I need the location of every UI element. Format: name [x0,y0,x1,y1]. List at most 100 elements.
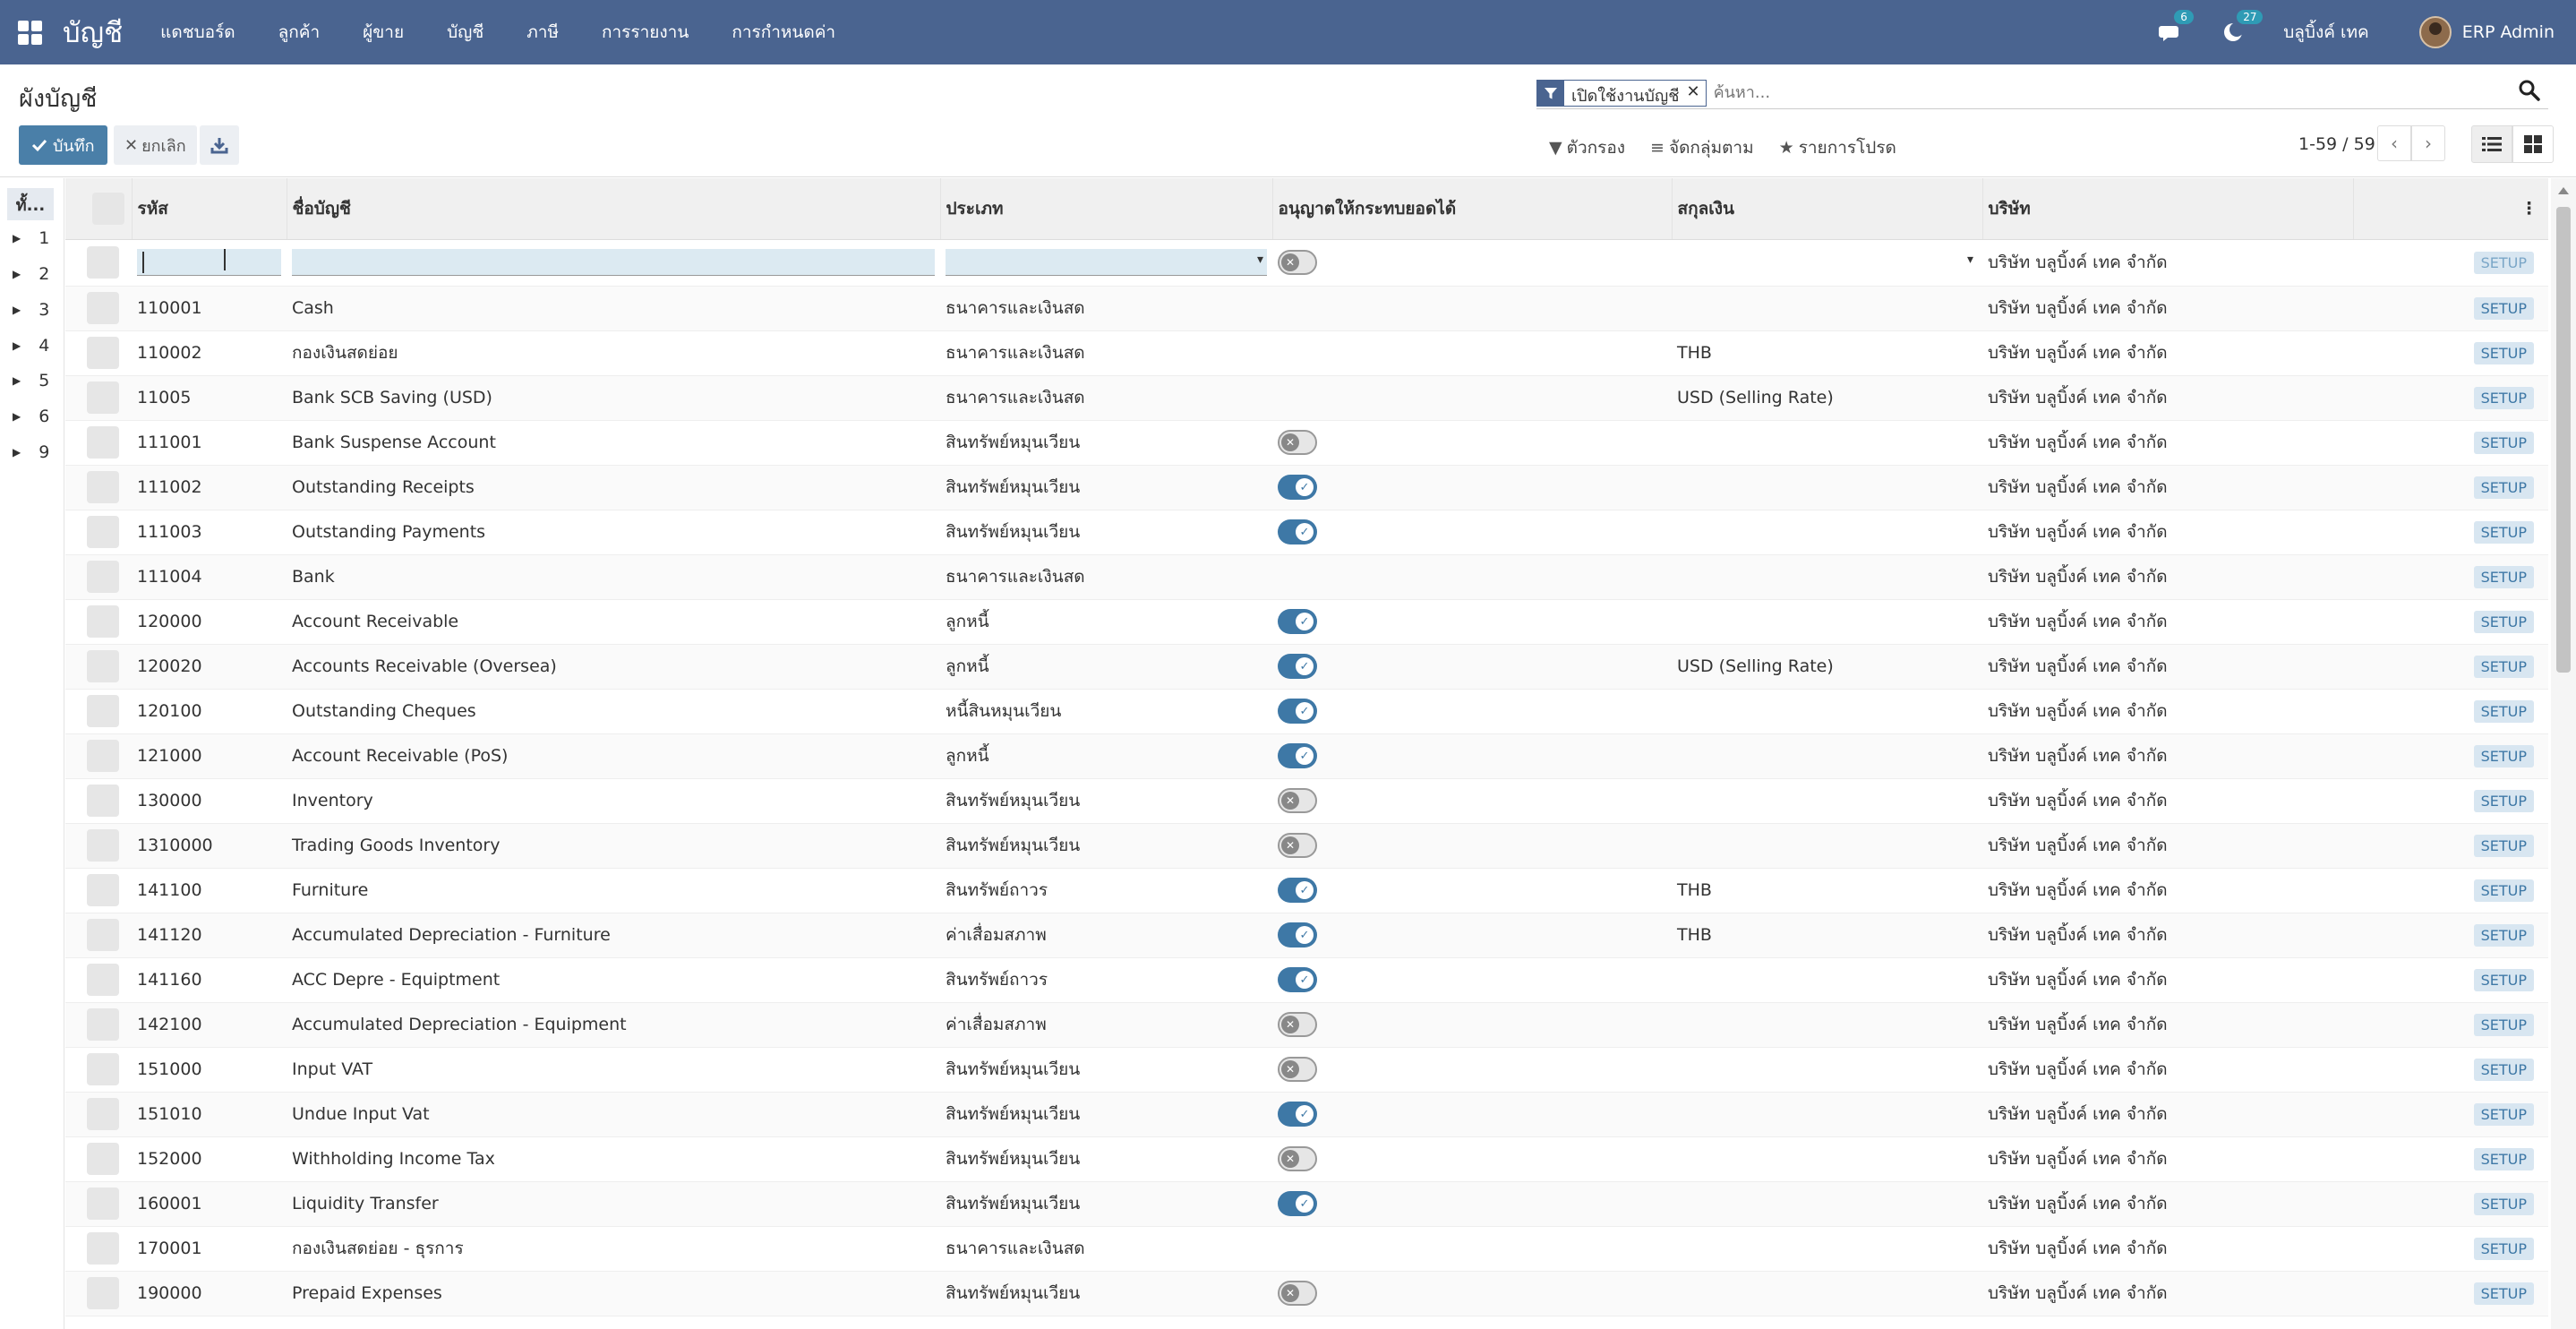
table-row[interactable]: 130000 Inventory สินทรัพย์หมุนเวียน ✕ บริษัท… [65,778,2548,824]
row-checkbox[interactable] [87,874,119,906]
row-checkbox[interactable] [87,964,119,996]
menu-configuration[interactable]: การกำหนดค่า [732,19,835,46]
side-group-4[interactable]: ▶ 4 [13,336,49,356]
row-checkbox[interactable] [87,471,119,503]
side-group-2[interactable]: ▶ 2 [13,264,49,284]
side-group-5[interactable]: ▶ 5 [13,371,49,390]
discard-button[interactable]: ✕ ยกเลิก [114,125,197,165]
table-row[interactable]: 121000 Account Receivable (PoS) ลูกหนี้ ✓ บร… [65,733,2548,779]
favorites-dropdown[interactable]: ★ รายการโปรด [1779,134,1896,161]
row-checkbox[interactable] [87,337,119,369]
row-checkbox[interactable] [87,1143,119,1175]
search-icon[interactable] [2518,79,2545,106]
name-input[interactable] [292,249,935,276]
messages-icon[interactable]: 6 [2158,10,2194,46]
row-checkbox[interactable] [87,1188,119,1220]
side-group-9[interactable]: ▶ 9 [13,442,49,462]
setup-button[interactable]: SETUP [2473,700,2534,723]
reconcile-toggle[interactable]: ✓ [1278,699,1317,724]
select-all-checkbox[interactable] [65,178,133,240]
setup-button[interactable]: SETUP [2473,521,2534,544]
table-row[interactable]: 111002 Outstanding Receipts สินทรัพย์หมุนเ… [65,465,2548,510]
reconcile-toggle[interactable]: ✕ [1278,430,1317,455]
setup-button[interactable]: SETUP [2473,611,2534,633]
user-menu[interactable]: ERP Admin [2418,16,2555,48]
reconcile-toggle[interactable]: ✕ [1278,1012,1317,1037]
code-input[interactable] [137,249,281,276]
chevron-right-icon[interactable]: › [2411,125,2445,161]
reconcile-toggle[interactable]: ✓ [1278,1191,1317,1216]
row-checkbox[interactable] [87,1098,119,1130]
row-checkbox[interactable] [87,650,119,682]
col-name[interactable]: ชื่อบัญชี [287,178,941,240]
row-checkbox[interactable] [87,695,119,727]
setup-button[interactable]: SETUP [2473,1238,2534,1260]
setup-button[interactable]: SETUP [2473,1193,2534,1215]
row-checkbox[interactable] [87,292,119,324]
scroll-thumb[interactable] [2556,207,2571,673]
col-type[interactable]: ประเภท [940,178,1273,240]
setup-button[interactable]: SETUP [2473,297,2534,320]
scroll-up-icon[interactable] [2558,187,2569,194]
table-row[interactable]: 152000 Withholding Income Tax สินทรัพย์หมุ… [65,1136,2548,1182]
activities-icon[interactable]: 27 [2221,10,2264,46]
pager-value[interactable]: 1-59 / 59 [2298,134,2375,154]
table-row[interactable]: 141120 Accumulated Depreciation - Furnitu… [65,913,2548,958]
menu-customers[interactable]: ลูกค้า [278,19,321,46]
chevron-left-icon[interactable]: ‹ [2377,125,2411,161]
export-button[interactable] [200,125,239,165]
setup-button[interactable]: SETUP [2473,656,2534,678]
setup-button[interactable]: SETUP [2473,1282,2534,1305]
setup-button[interactable]: SETUP [2473,432,2534,454]
table-row[interactable]: 141160 ACC Depre - Equiptment สินทรัพย์ถาว… [65,957,2548,1003]
side-group-1[interactable]: ▶ 1 [13,228,49,248]
row-checkbox[interactable] [87,1008,119,1041]
setup-button[interactable]: SETUP [2473,1148,2534,1170]
reconcile-toggle[interactable]: ✓ [1278,922,1317,947]
row-checkbox[interactable] [87,785,119,817]
col-currency[interactable]: สกุลเงิน [1672,178,1983,240]
row-checkbox[interactable] [87,919,119,951]
row-checkbox[interactable] [87,246,119,279]
row-checkbox[interactable] [87,1277,119,1309]
table-row[interactable]: 142100 Accumulated Depreciation - Equipme… [65,1002,2548,1048]
kanban-view-button[interactable] [2512,125,2554,163]
reconcile-toggle[interactable]: ✓ [1278,654,1317,679]
facet-remove-icon[interactable]: ✕ [1684,81,1705,106]
row-checkbox[interactable] [87,605,119,638]
menu-dashboard[interactable]: แดชบอร์ด [160,19,235,46]
reconcile-toggle[interactable]: ✓ [1278,743,1317,768]
table-row[interactable]: 120100 Outstanding Cheques หนี้สินหมุนเวีย… [65,689,2548,734]
setup-button[interactable]: SETUP [2473,566,2534,588]
row-checkbox[interactable] [87,516,119,548]
reconcile-toggle[interactable]: ✓ [1278,878,1317,903]
table-row[interactable]: 111004 Bank ธนาคารและเงินสด บริษัท บลูบิ้งค… [65,554,2548,600]
table-row[interactable]: 120000 Account Receivable ลูกหนี้ ✓ บริษัท บ… [65,599,2548,645]
search-input[interactable] [1713,83,2502,102]
row-checkbox[interactable] [87,382,119,414]
row-checkbox[interactable] [87,1232,119,1265]
setup-button[interactable]: SETUP [2473,1059,2534,1081]
optional-columns-icon[interactable]: ⋮ [2353,178,2548,240]
reconcile-toggle[interactable]: ✕ [1278,250,1317,275]
reconcile-toggle[interactable]: ✓ [1278,1102,1317,1127]
table-row[interactable]: 110002 กองเงินสดย่อย ธนาคารและเงินสด THB บริ… [65,330,2548,376]
col-company[interactable]: บริษัท [1982,178,2354,240]
list-view-button[interactable] [2471,125,2512,163]
menu-tax[interactable]: ภาษี [526,19,559,46]
table-row[interactable]: 151010 Undue Input Vat สินทรัพย์หมุนเวียน ✓… [65,1092,2548,1137]
side-group-3[interactable]: ▶ 3 [13,300,49,320]
setup-button[interactable]: SETUP [2473,1014,2534,1036]
reconcile-toggle[interactable]: ✓ [1278,475,1317,500]
app-menu-icon[interactable] [0,0,59,64]
setup-button[interactable]: SETUP [2473,476,2534,499]
col-reconcile[interactable]: อนุญาตให้กระทบยอดได้ [1272,178,1673,240]
setup-button[interactable]: SETUP [2473,252,2534,274]
menu-reporting[interactable]: การรายงาน [602,19,689,46]
table-row[interactable]: 11005 Bank SCB Saving (USD) ธนาคารและเงินส… [65,375,2548,421]
table-row[interactable]: 160001 Liquidity Transfer สินทรัพย์หมุนเวี… [65,1181,2548,1227]
table-row[interactable]: 111001 Bank Suspense Account สินทรัพย์หมุน… [65,420,2548,466]
save-button[interactable]: บันทึก [19,125,107,165]
menu-accounting[interactable]: บัญชี [447,19,484,46]
setup-button[interactable]: SETUP [2473,969,2534,991]
